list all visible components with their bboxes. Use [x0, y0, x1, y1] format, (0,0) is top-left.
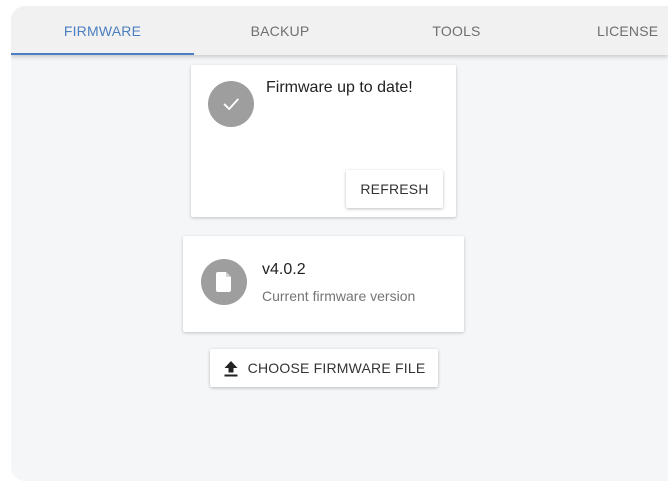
tab-tools[interactable]: TOOLS: [366, 6, 547, 55]
tab-backup[interactable]: BACKUP: [194, 6, 366, 55]
choose-firmware-file-button[interactable]: CHOOSE FIRMWARE FILE: [210, 349, 438, 387]
firmware-status-message: Firmware up to date!: [266, 79, 413, 96]
tab-license-label: LICENSE: [597, 22, 659, 39]
firmware-version: v4.0.2: [262, 261, 306, 278]
check-icon: [208, 81, 254, 127]
tab-firmware[interactable]: FIRMWARE: [11, 6, 194, 55]
file-icon: [201, 259, 247, 305]
upload-icon: [223, 360, 239, 377]
choose-firmware-file-label: CHOOSE FIRMWARE FILE: [247, 360, 426, 376]
settings-panel: FIRMWARE BACKUP TOOLS LICENSE Firmware u…: [11, 6, 668, 481]
active-tab-indicator: [11, 53, 194, 55]
firmware-status-card: Firmware up to date! REFRESH: [191, 65, 456, 217]
tab-tools-label: TOOLS: [432, 22, 481, 39]
firmware-version-card: v4.0.2 Current firmware version: [183, 236, 464, 332]
tab-backup-label: BACKUP: [250, 22, 310, 39]
refresh-button[interactable]: REFRESH: [346, 170, 443, 208]
firmware-version-caption: Current firmware version: [262, 288, 416, 304]
tab-license[interactable]: LICENSE: [597, 6, 668, 55]
tab-firmware-label: FIRMWARE: [63, 22, 142, 39]
refresh-button-label: REFRESH: [360, 181, 429, 197]
tab-bar: FIRMWARE BACKUP TOOLS LICENSE: [11, 6, 668, 55]
